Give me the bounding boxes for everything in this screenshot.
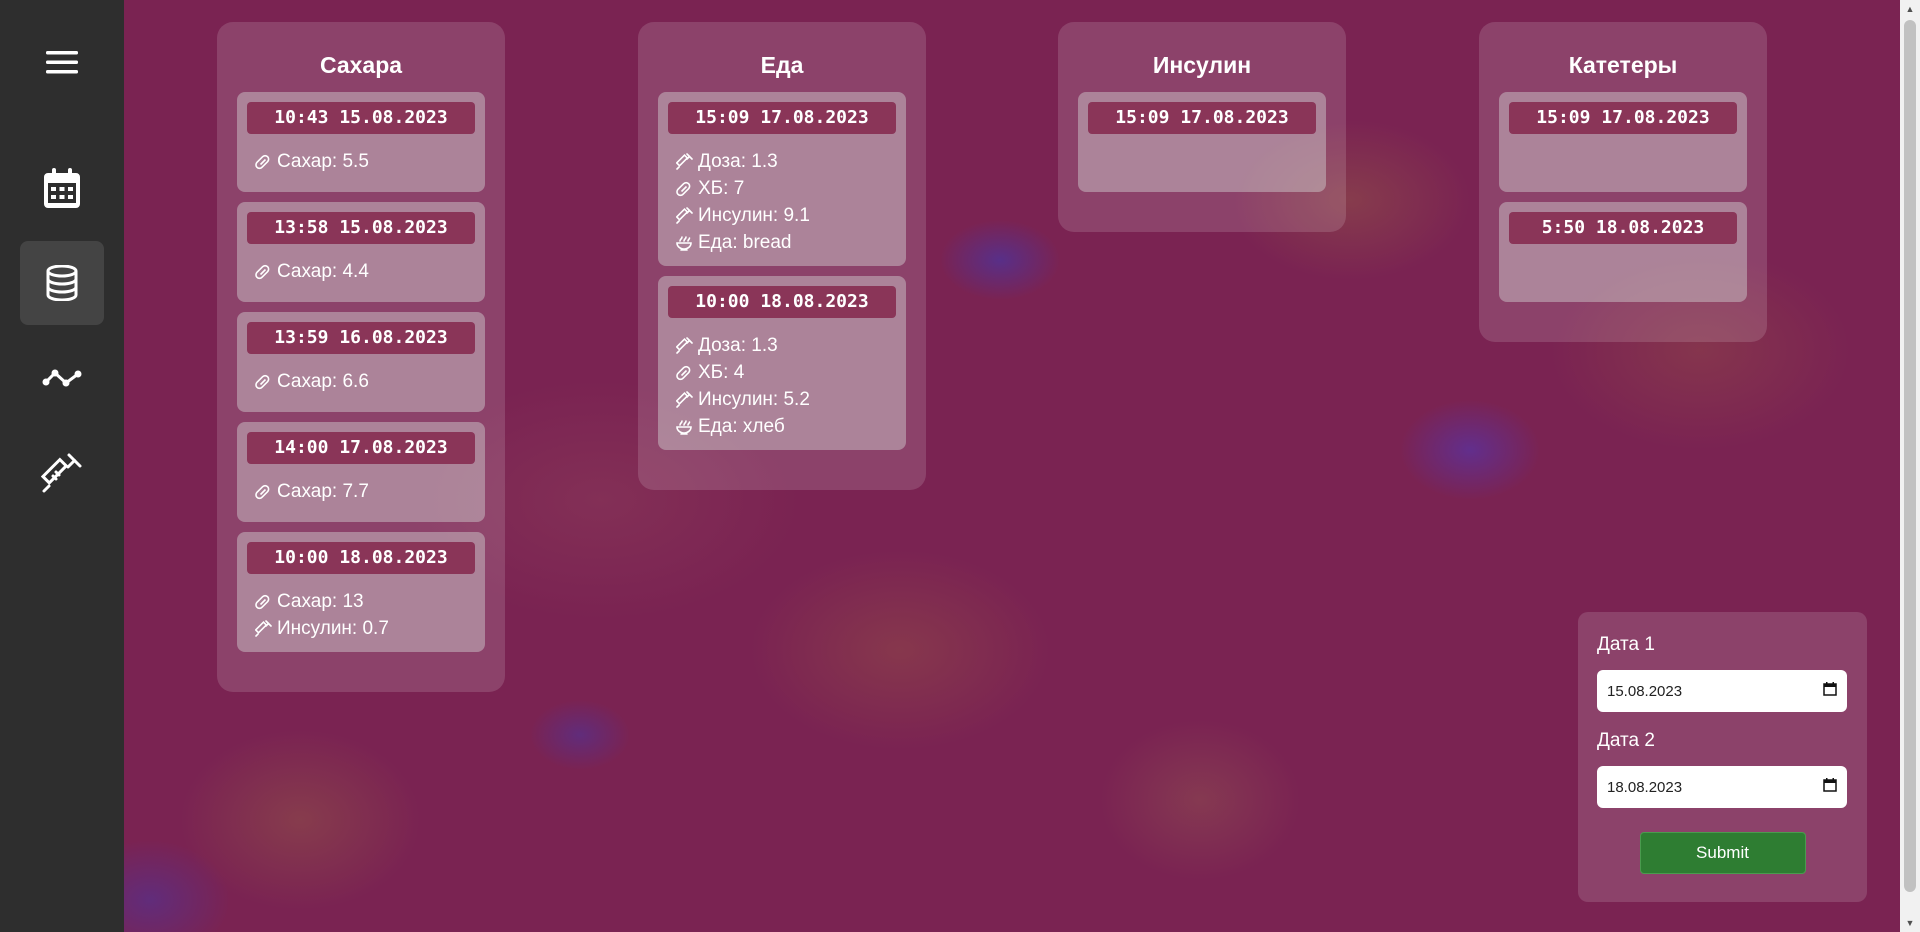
record-line: ХБ: 4 bbox=[668, 359, 896, 386]
nav-calendar[interactable] bbox=[20, 146, 104, 230]
record-line: Инсулин: 5.2 bbox=[668, 386, 896, 413]
column-title: Катетеры bbox=[1568, 52, 1678, 78]
record-line: Инсулин: 0.7 bbox=[247, 615, 475, 642]
record-card[interactable]: 10:43 15.08.2023 Сахар: 5.5 bbox=[237, 92, 485, 192]
date1-input[interactable]: 15.08.2023 bbox=[1597, 670, 1847, 712]
scroll-thumb[interactable] bbox=[1904, 20, 1916, 892]
nav-syringe[interactable] bbox=[20, 431, 104, 515]
record-card[interactable]: 14:00 17.08.2023 Сахар: 7.7 bbox=[237, 422, 485, 522]
date1-value: 15.08.2023 bbox=[1607, 682, 1683, 700]
syringe-icon bbox=[674, 336, 694, 356]
syringe-icon bbox=[674, 206, 694, 226]
record-line-text: Доза: 1.3 bbox=[698, 151, 778, 172]
record-line: ХБ: 7 bbox=[668, 175, 896, 202]
record-date: 10:43 15.08.2023 bbox=[247, 102, 475, 134]
sugar-icon bbox=[253, 592, 273, 612]
record-line: Доза: 1.3 bbox=[668, 332, 896, 359]
syringe-icon bbox=[41, 452, 83, 494]
record-card[interactable]: 15:09 17.08.2023 Доза: 1.3 ХБ: 7 Инсулин: 9… bbox=[658, 92, 906, 266]
record-line: Еда: bread bbox=[668, 229, 896, 256]
record-line: Сахар: 13 bbox=[247, 588, 475, 615]
record-line: Инсулин: 9.1 bbox=[668, 202, 896, 229]
record-line-text: Сахар: 7.7 bbox=[277, 481, 369, 502]
date2-label: Дата 2 bbox=[1597, 730, 1655, 751]
record-line-text: Сахар: 4.4 bbox=[277, 261, 369, 282]
record-date: 15:09 17.08.2023 bbox=[668, 102, 896, 134]
record-date: 15:09 17.08.2023 bbox=[1088, 102, 1316, 134]
date1-label: Дата 1 bbox=[1597, 634, 1655, 655]
column-1: Еда 15:09 17.08.2023 Доза: 1.3 ХБ: 7 Инсулин… bbox=[638, 22, 926, 490]
record-date: 14:00 17.08.2023 bbox=[247, 432, 475, 464]
record-line-text: Инсулин: 5.2 bbox=[698, 389, 810, 410]
record-line-text: ХБ: 4 bbox=[698, 362, 745, 383]
record-card[interactable]: 5:50 18.08.2023 bbox=[1499, 202, 1747, 302]
date-range-form: Дата 1 15.08.2023 Дата 2 18.08.2023 Subm… bbox=[1578, 612, 1867, 902]
record-date: 13:58 15.08.2023 bbox=[247, 212, 475, 244]
column-2: Инсулин 15:09 17.08.2023 bbox=[1058, 22, 1346, 232]
column-title: Инсулин bbox=[1152, 52, 1252, 78]
nav-chart[interactable] bbox=[20, 336, 104, 420]
record-line-text: Еда: хлеб bbox=[698, 416, 785, 437]
record-line: Сахар: 5.5 bbox=[247, 148, 475, 175]
nav-database[interactable] bbox=[20, 241, 104, 325]
calendar-picker-icon[interactable] bbox=[1823, 778, 1837, 796]
record-card[interactable]: 13:58 15.08.2023 Сахар: 4.4 bbox=[237, 202, 485, 302]
date2-input[interactable]: 18.08.2023 bbox=[1597, 766, 1847, 808]
record-date: 15:09 17.08.2023 bbox=[1509, 102, 1737, 134]
record-line: Сахар: 4.4 bbox=[247, 258, 475, 285]
sugar-icon bbox=[674, 363, 694, 383]
sugar-icon bbox=[253, 372, 273, 392]
column-3: Катетеры 15:09 17.08.2023 5:50 18.08.2023 bbox=[1479, 22, 1767, 342]
record-card[interactable]: 10:00 18.08.2023 Сахар: 13 Инсулин: 0.7 bbox=[237, 532, 485, 652]
record-date: 10:00 18.08.2023 bbox=[668, 286, 896, 318]
record-card[interactable]: 15:09 17.08.2023 bbox=[1499, 92, 1747, 192]
sugar-icon bbox=[253, 262, 273, 282]
scrollbar[interactable]: ▲ ▼ bbox=[1900, 0, 1920, 932]
record-card[interactable]: 10:00 18.08.2023 Доза: 1.3 ХБ: 4 Инсулин: 5… bbox=[658, 276, 906, 450]
scroll-up-icon[interactable]: ▲ bbox=[1900, 0, 1920, 18]
column-0: Сахара 10:43 15.08.2023 Сахар: 5.5 13:58 15… bbox=[217, 22, 505, 692]
sidebar bbox=[0, 0, 124, 932]
bowl-icon bbox=[674, 233, 694, 253]
submit-button[interactable]: Submit bbox=[1639, 832, 1806, 874]
record-line-text: Инсулин: 9.1 bbox=[698, 205, 810, 226]
sugar-icon bbox=[674, 179, 694, 199]
database-icon bbox=[46, 265, 78, 301]
syringe-icon bbox=[253, 619, 273, 639]
record-line-text: Еда: bread bbox=[698, 232, 792, 253]
record-line-text: Доза: 1.3 bbox=[698, 335, 778, 356]
chart-line-icon bbox=[42, 366, 82, 390]
record-line: Доза: 1.3 bbox=[668, 148, 896, 175]
record-date: 13:59 16.08.2023 bbox=[247, 322, 475, 354]
scroll-down-icon[interactable]: ▼ bbox=[1900, 914, 1920, 932]
record-line: Еда: хлеб bbox=[668, 413, 896, 440]
hamburger-icon bbox=[46, 49, 78, 75]
record-date: 5:50 18.08.2023 bbox=[1509, 212, 1737, 244]
column-title: Еда bbox=[760, 52, 804, 78]
sugar-icon bbox=[253, 152, 273, 172]
syringe-icon bbox=[674, 390, 694, 410]
record-card[interactable]: 13:59 16.08.2023 Сахар: 6.6 bbox=[237, 312, 485, 412]
record-line-text: Сахар: 6.6 bbox=[277, 371, 369, 392]
calendar-icon bbox=[44, 168, 80, 208]
sugar-icon bbox=[253, 482, 273, 502]
column-title: Сахара bbox=[319, 52, 403, 78]
record-line: Сахар: 6.6 bbox=[247, 368, 475, 395]
record-line-text: ХБ: 7 bbox=[698, 178, 745, 199]
bowl-icon bbox=[674, 417, 694, 437]
syringe-icon bbox=[674, 152, 694, 172]
record-date: 10:00 18.08.2023 bbox=[247, 542, 475, 574]
calendar-picker-icon[interactable] bbox=[1823, 682, 1837, 700]
record-line: Сахар: 7.7 bbox=[247, 478, 475, 505]
menu-button[interactable] bbox=[20, 20, 104, 104]
record-line-text: Сахар: 5.5 bbox=[277, 151, 369, 172]
record-line-text: Сахар: 13 bbox=[277, 591, 364, 612]
record-line-text: Инсулин: 0.7 bbox=[277, 618, 389, 639]
record-card[interactable]: 15:09 17.08.2023 bbox=[1078, 92, 1326, 192]
date2-value: 18.08.2023 bbox=[1607, 778, 1683, 796]
